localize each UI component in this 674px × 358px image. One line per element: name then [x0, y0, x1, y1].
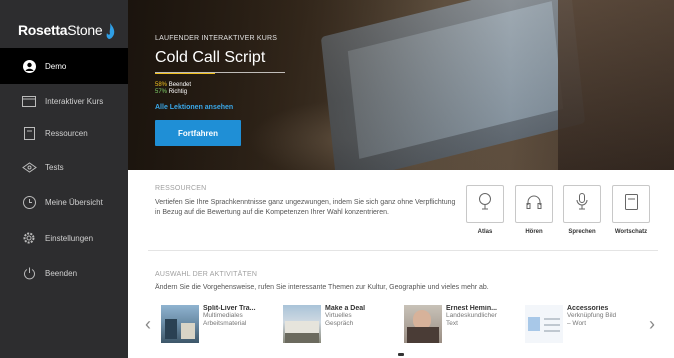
activity-card[interactable]: Split-Liver Tra... Multimediales Arbeits…	[161, 305, 277, 347]
all-lessons-link[interactable]: Alle Lektionen ansehen	[155, 104, 233, 111]
sidebar-item-demo[interactable]: Demo	[0, 48, 128, 84]
activity-thumbnail	[283, 305, 321, 343]
rosetta-stone-logo[interactable]: RosettaStone	[18, 20, 115, 40]
sidebar-item-label: Interaktiver Kurs	[45, 96, 104, 106]
activity-type: Verknüpfung Bild	[567, 312, 617, 319]
sidebar: RosettaStone Demo Interaktiver Kurs Ress…	[0, 0, 128, 358]
sidebar-item-label: Einstellungen	[45, 233, 94, 243]
activity-card[interactable]: Make a Deal Virtuelles Gespräch	[283, 305, 399, 347]
resource-label-wortschatz: Wortschatz	[614, 229, 648, 235]
activity-type-line2: Gespräch	[325, 320, 354, 327]
sidebar-item-label: Demo	[45, 61, 67, 71]
sidebar-item-tests[interactable]: Tests	[0, 149, 128, 185]
sidebar-item-interaktiver-kurs[interactable]: Interaktiver Kurs	[0, 83, 128, 119]
resource-label-sprechen: Sprechen	[568, 229, 596, 235]
completed-percent: 58%	[155, 82, 168, 88]
resources-description: Vertiefen Sie Ihre Sprachkenntnisse ganz…	[155, 199, 456, 216]
activity-title: Ernest Hemin...	[446, 305, 497, 312]
clock-icon	[21, 194, 37, 210]
carousel-prev-chevron-icon[interactable]: ‹	[145, 315, 151, 333]
activity-title: Accessories	[567, 305, 609, 312]
carousel-next-chevron-icon[interactable]: ›	[649, 315, 655, 333]
activity-type: Multimediales	[203, 312, 243, 319]
gear-icon	[21, 230, 37, 246]
activity-thumbnail	[525, 305, 563, 343]
hero-kicker: LAUFENDER INTERAKTIVER KURS	[155, 35, 278, 42]
resource-tile-wortschatz[interactable]	[612, 185, 650, 223]
book-icon	[624, 193, 638, 215]
activity-title: Make a Deal	[325, 305, 366, 312]
sidebar-item-ressourcen[interactable]: Ressourcen	[0, 115, 128, 151]
activity-card[interactable]: Ernest Hemin... Landeskundlicher Text	[404, 305, 520, 347]
activity-type: Landeskundlicher	[446, 312, 497, 319]
completed-label: Beendet	[168, 82, 192, 88]
resource-tile-hoeren[interactable]	[515, 185, 553, 223]
logo-text-bold: Rosetta	[18, 22, 68, 38]
document-icon	[21, 125, 37, 141]
completed-stat: 58% Beendet	[155, 82, 191, 88]
sidebar-item-label: Meine Übersicht	[45, 197, 103, 207]
logo-text-rest: Stone	[67, 22, 103, 38]
resource-tile-atlas[interactable]	[466, 185, 504, 223]
pin-icon	[478, 193, 492, 215]
microphone-icon	[576, 193, 588, 215]
correct-percent: 57%	[155, 89, 168, 95]
activity-type: Virtuelles	[325, 312, 352, 319]
activity-thumbnail	[404, 305, 442, 343]
tests-icon	[21, 159, 37, 175]
scroll-indicator	[398, 353, 404, 356]
activities-description: Ändern Sie die Vorgehensweise, rufen Sie…	[155, 284, 489, 291]
main-content: RESSOURCEN Vertiefen Sie Ihre Sprachkenn…	[128, 170, 674, 358]
correct-stat: 57% Richtig	[155, 89, 187, 95]
activity-thumbnail	[161, 305, 199, 343]
sidebar-item-label: Ressourcen	[45, 128, 88, 138]
power-icon	[21, 265, 37, 281]
sidebar-item-label: Tests	[45, 162, 64, 172]
activity-card[interactable]: Accessories Verknüpfung Bild – Wort	[525, 305, 641, 347]
flame-icon	[105, 23, 115, 39]
resource-label-atlas: Atlas	[477, 229, 493, 235]
activity-type-line2: Arbeitsmaterial	[203, 320, 247, 327]
resources-title: RESSOURCEN	[155, 185, 207, 192]
user-icon	[21, 58, 37, 74]
sidebar-item-label: Beenden	[45, 268, 78, 278]
sidebar-item-meine-uebersicht[interactable]: Meine Übersicht	[0, 184, 128, 220]
correct-label: Richtig	[168, 89, 188, 95]
continue-button[interactable]: Fortfahren	[155, 120, 241, 146]
activity-type-line2: Text	[446, 320, 458, 327]
course-hero: LAUFENDER INTERAKTIVER KURS Cold Call Sc…	[128, 0, 674, 170]
course-title: Cold Call Script	[155, 49, 266, 66]
resource-label-hoeren: Hören	[525, 229, 543, 235]
resource-tile-sprechen[interactable]	[563, 185, 601, 223]
activity-title: Split-Liver Tra...	[203, 305, 256, 312]
activity-type-line2: – Wort	[567, 320, 587, 327]
sidebar-item-beenden[interactable]: Beenden	[0, 255, 128, 291]
sidebar-item-einstellungen[interactable]: Einstellungen	[0, 220, 128, 256]
course-icon	[21, 93, 37, 109]
activities-title: AUSWAHL DER AKTIVITÄTEN	[155, 271, 258, 278]
headphones-icon	[526, 195, 542, 214]
section-divider	[148, 250, 658, 251]
